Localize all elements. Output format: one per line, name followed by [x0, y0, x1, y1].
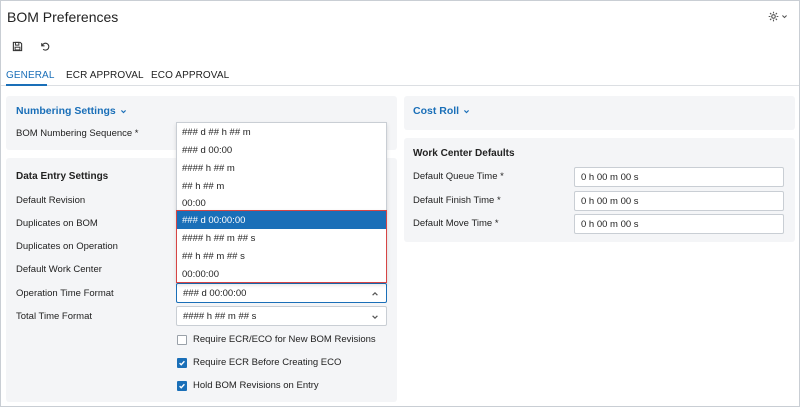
default-queue-time-value: 0 h 00 m 00 s [581, 172, 639, 183]
default-work-center-label: Default Work Center [16, 264, 102, 275]
app-window: BOM Preferences GENERAL ECR APPROVAL ECO… [0, 0, 800, 407]
time-format-dropdown-list: ### d ## h ## m ### d 00:00 #### h ## m … [176, 122, 387, 212]
hold-bom-revisions-checkbox[interactable] [177, 380, 187, 391]
dropdown-option[interactable]: #### h ## m [177, 159, 386, 177]
default-move-time-label: Default Move Time * [413, 218, 499, 229]
dropdown-option-selected[interactable]: ### d 00:00:00 [177, 211, 386, 229]
page-title: BOM Preferences [7, 9, 119, 25]
dropdown-option[interactable]: ### d 00:00 [177, 141, 386, 159]
operation-time-format-select[interactable]: ### d 00:00:00 [176, 283, 387, 303]
tab-bar: GENERAL ECR APPROVAL ECO APPROVAL [1, 67, 799, 86]
dropdown-option[interactable]: #### h ## m ## s [177, 229, 386, 247]
chevron-down-icon [372, 315, 378, 320]
default-finish-time-value: 0 h 00 m 00 s [581, 196, 639, 207]
require-ecr-before-eco-label: Require ECR Before Creating ECO [193, 357, 342, 368]
save-icon [12, 41, 22, 51]
total-time-format-value: #### h ## m ## s [183, 311, 257, 322]
operation-time-format-label: Operation Time Format [16, 288, 114, 299]
dropdown-option[interactable]: ## h ## m ## s [177, 247, 386, 265]
total-time-format-label: Total Time Format [16, 311, 93, 322]
default-move-time-value: 0 h 00 m 00 s [581, 219, 639, 230]
chevron-up-icon [372, 291, 378, 296]
default-queue-time-label: Default Queue Time * [413, 171, 504, 182]
chevron-down-icon [464, 109, 470, 113]
dropdown-option[interactable]: ## h ## m [177, 177, 386, 195]
undo-button[interactable] [37, 39, 51, 53]
checkmark-icon [179, 383, 185, 389]
require-ecr-eco-label: Require ECR/ECO for New BOM Revisions [193, 334, 376, 345]
duplicates-on-operation-label: Duplicates on Operation [16, 241, 118, 252]
chevron-down-icon [120, 109, 126, 113]
tab-eco-approval[interactable]: ECO APPROVAL [151, 70, 229, 81]
operation-time-format-value: ### d 00:00:00 [183, 288, 247, 299]
chevron-down-icon [782, 14, 787, 18]
default-queue-time-input[interactable]: 0 h 00 m 00 s [574, 167, 784, 187]
data-entry-settings-title: Data Entry Settings [16, 171, 109, 182]
require-ecr-eco-checkbox-row[interactable]: Require ECR/ECO for New BOM Revisions [177, 334, 376, 345]
hold-bom-revisions-label: Hold BOM Revisions on Entry [193, 380, 319, 391]
undo-icon [40, 42, 49, 51]
default-revision-label: Default Revision [16, 195, 86, 206]
require-ecr-before-eco-checkbox-row[interactable]: Require ECR Before Creating ECO [177, 357, 341, 368]
numbering-settings-title: Numbering Settings [16, 105, 116, 117]
total-time-format-select[interactable]: #### h ## m ## s [176, 306, 387, 326]
duplicates-on-bom-label: Duplicates on BOM [16, 218, 98, 229]
settings-menu[interactable] [768, 8, 794, 24]
default-move-time-input[interactable]: 0 h 00 m 00 s [574, 214, 784, 234]
cost-roll-toggle[interactable]: Cost Roll [413, 105, 470, 117]
dropdown-option[interactable]: 00:00:00 [177, 265, 386, 283]
numbering-settings-toggle[interactable]: Numbering Settings [16, 105, 127, 117]
checkmark-icon [179, 360, 185, 366]
active-tab-indicator [6, 84, 47, 86]
cost-roll-title: Cost Roll [413, 105, 460, 117]
default-finish-time-label: Default Finish Time * [413, 195, 501, 206]
hold-bom-revisions-checkbox-row[interactable]: Hold BOM Revisions on Entry [177, 380, 319, 391]
bom-numbering-sequence-label: BOM Numbering Sequence * [16, 128, 139, 139]
dropdown-option[interactable]: ### d ## h ## m [177, 123, 386, 141]
require-ecr-before-eco-checkbox[interactable] [177, 357, 187, 368]
work-center-defaults-title: Work Center Defaults [413, 148, 515, 159]
tab-general[interactable]: GENERAL [6, 70, 55, 81]
tab-ecr-approval[interactable]: ECR APPROVAL [66, 70, 144, 81]
default-finish-time-input[interactable]: 0 h 00 m 00 s [574, 191, 784, 211]
gear-icon [768, 11, 779, 21]
time-format-dropdown-highlighted-group: ### d 00:00:00 #### h ## m ## s ## h ## … [176, 210, 387, 283]
require-ecr-eco-checkbox[interactable] [177, 334, 187, 345]
save-button[interactable] [10, 39, 24, 53]
